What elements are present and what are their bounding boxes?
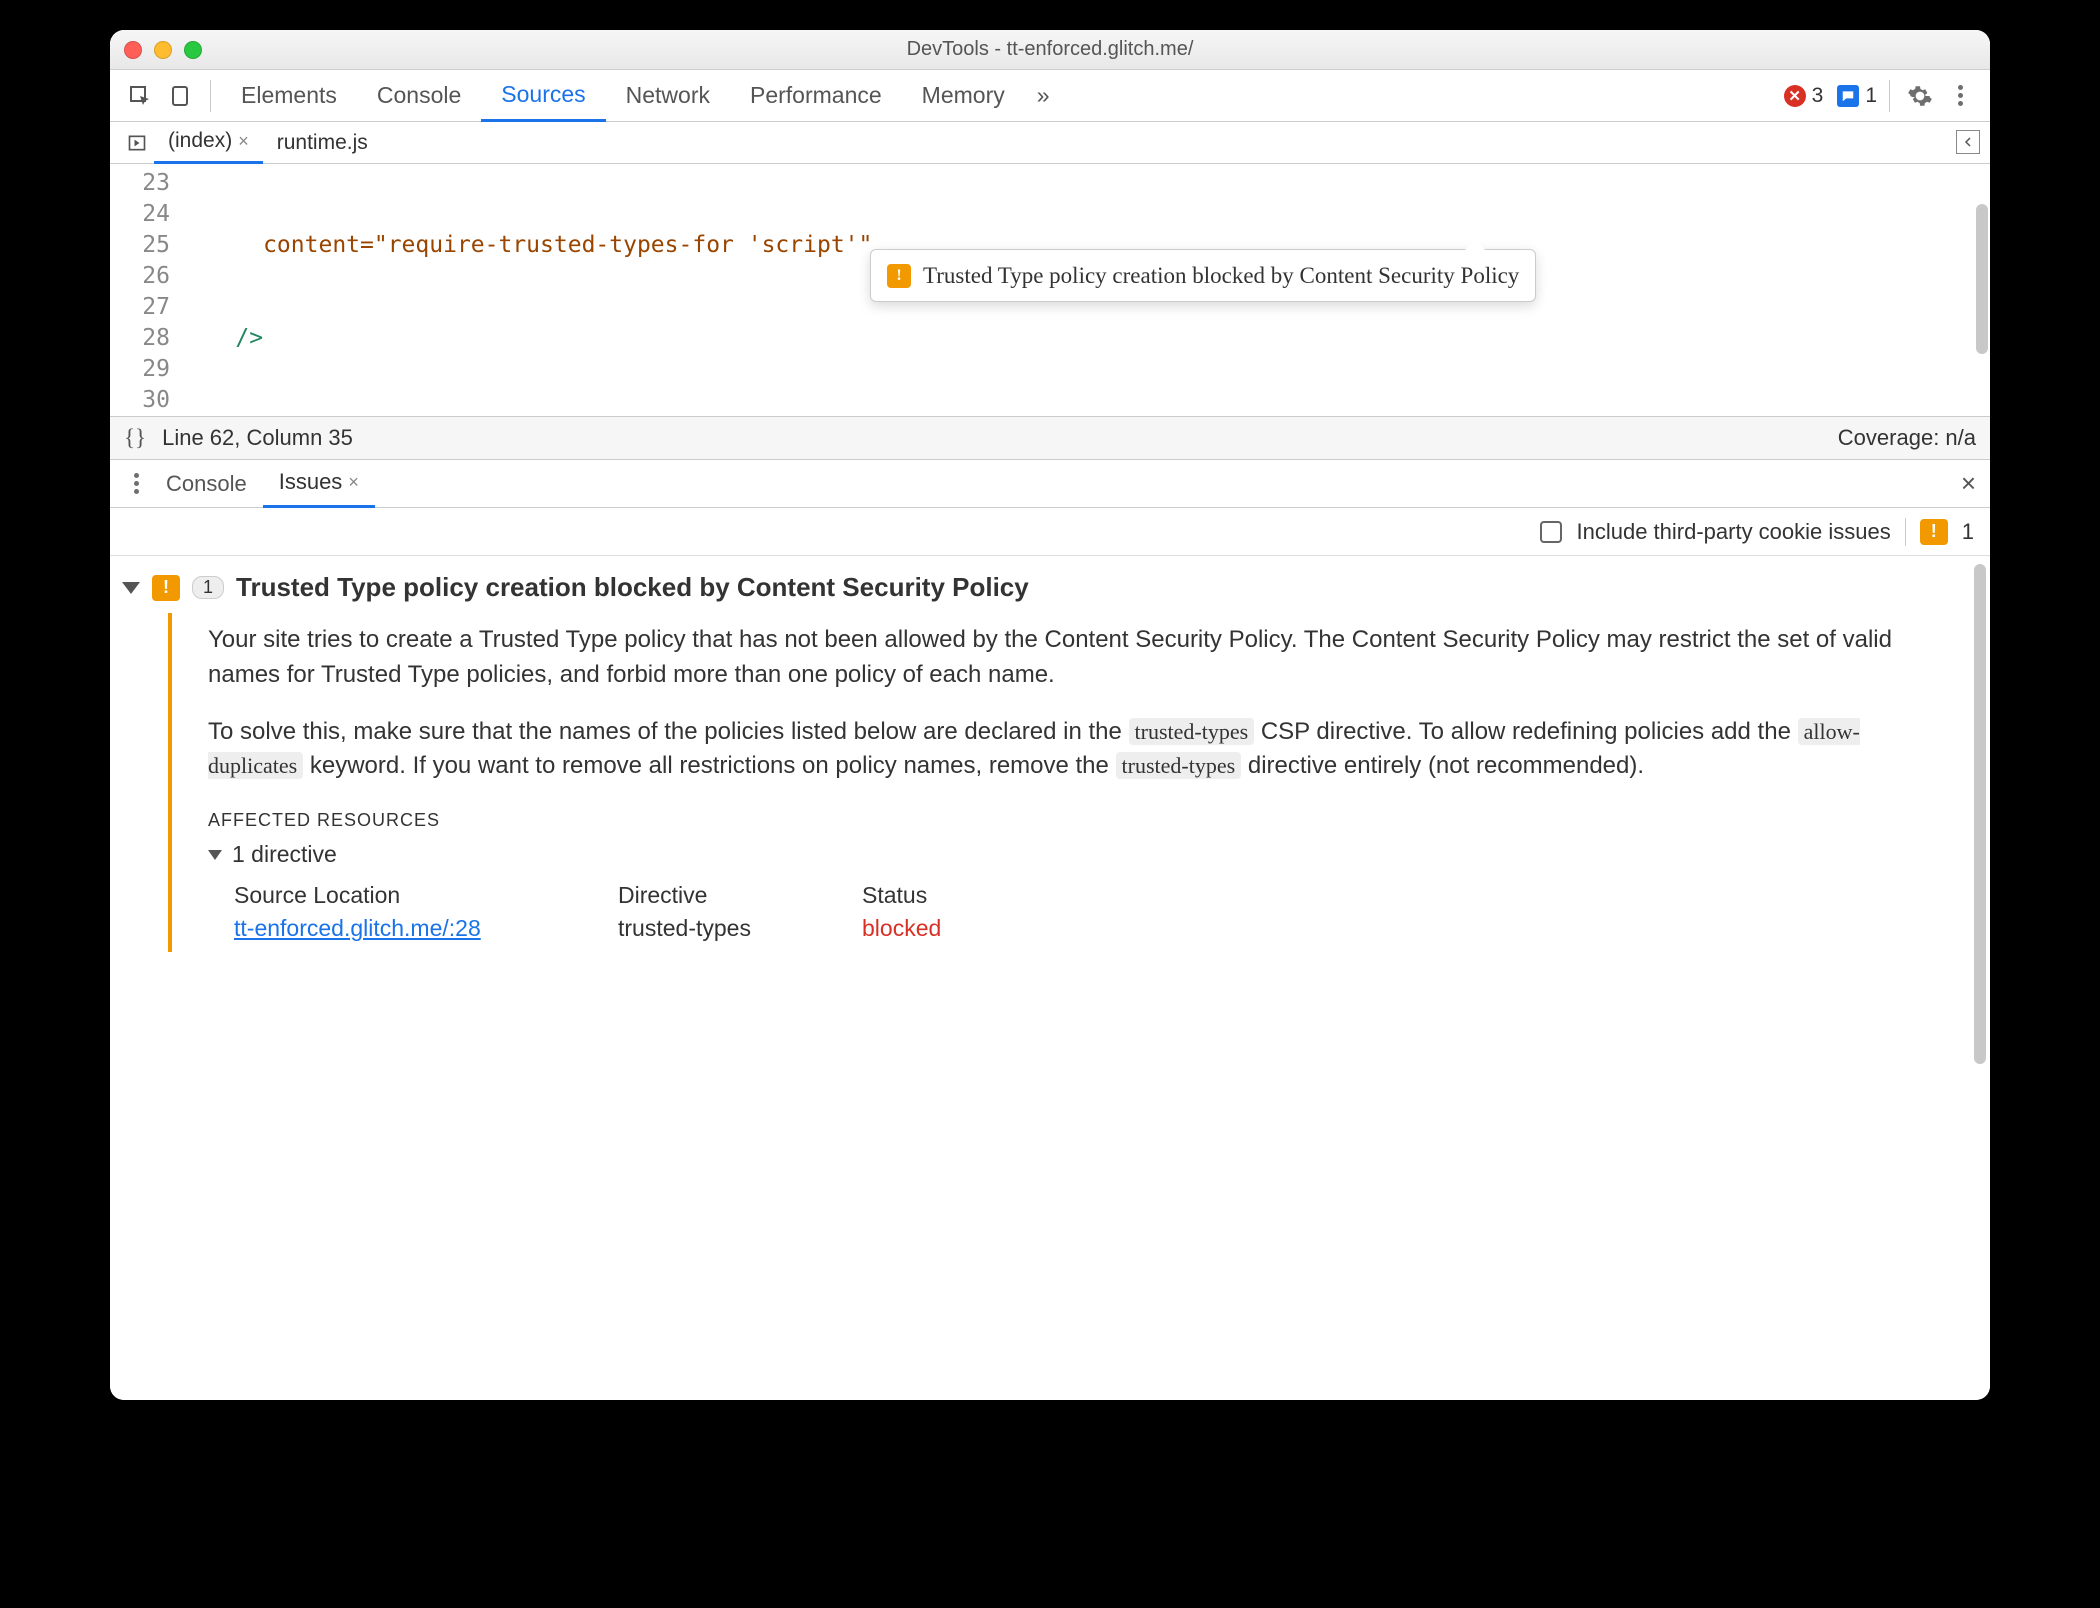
expand-icon[interactable] bbox=[208, 850, 222, 860]
issues-count-icon: ! bbox=[1920, 519, 1948, 545]
drawer-more-icon[interactable] bbox=[122, 466, 150, 502]
message-icon bbox=[1837, 85, 1859, 107]
col-status: Status bbox=[862, 882, 1022, 915]
toggle-sidebar-icon[interactable] bbox=[1956, 130, 1980, 154]
drawer-tabs: Console Issues × × bbox=[110, 460, 1990, 508]
issue-count-pill: 1 bbox=[192, 576, 224, 599]
issue-description-1: Your site tries to create a Trusted Type… bbox=[208, 623, 1950, 693]
close-tab-icon[interactable]: × bbox=[238, 131, 249, 152]
issue-kind-icon: ! bbox=[152, 575, 180, 601]
coverage-status: Coverage: n/a bbox=[1838, 425, 1976, 451]
window-title: DevTools - tt-enforced.glitch.me/ bbox=[110, 38, 1990, 61]
issue-header-row[interactable]: ! 1 Trusted Type policy creation blocked… bbox=[110, 556, 1990, 613]
file-tab-label: runtime.js bbox=[277, 131, 368, 155]
tab-performance[interactable]: Performance bbox=[730, 70, 902, 122]
tooltip-text: Trusted Type policy creation blocked by … bbox=[923, 260, 1519, 291]
divider bbox=[1889, 80, 1890, 112]
issues-panel: ! 1 Trusted Type policy creation blocked… bbox=[110, 556, 1990, 1400]
col-source-location: Source Location bbox=[234, 882, 594, 915]
more-tabs-button[interactable]: » bbox=[1025, 70, 1062, 122]
directive-group-row[interactable]: 1 directive bbox=[208, 841, 1950, 868]
close-drawer-icon[interactable]: × bbox=[1961, 468, 1976, 499]
divider bbox=[1905, 518, 1906, 546]
main-toolbar: Elements Console Sources Network Perform… bbox=[110, 70, 1990, 122]
cursor-position: Line 62, Column 35 bbox=[162, 425, 353, 451]
tab-console[interactable]: Console bbox=[357, 70, 481, 122]
directive-count: 1 directive bbox=[232, 841, 337, 868]
issue-title: Trusted Type policy creation blocked by … bbox=[236, 572, 1029, 603]
tab-network[interactable]: Network bbox=[606, 70, 730, 122]
code-editor[interactable]: 2324252627282930 content="require-truste… bbox=[110, 164, 1990, 416]
drawer-tab-console[interactable]: Console bbox=[150, 460, 263, 508]
affected-resources-heading: AFFECTED RESOURCES bbox=[208, 810, 1950, 831]
tab-sources[interactable]: Sources bbox=[481, 70, 605, 122]
inspect-element-icon[interactable] bbox=[120, 78, 160, 114]
third-party-cookies-label: Include third-party cookie issues bbox=[1576, 519, 1890, 545]
file-tab-runtime[interactable]: runtime.js bbox=[263, 122, 382, 164]
line-gutter: 2324252627282930 bbox=[110, 164, 180, 416]
message-count-badge[interactable]: 1 bbox=[1835, 82, 1879, 110]
navigator-toggle-icon[interactable] bbox=[120, 125, 154, 161]
settings-icon[interactable] bbox=[1900, 78, 1940, 114]
affected-resources-table: Source Location Directive Status tt-enfo… bbox=[234, 882, 1950, 942]
devtools-window: DevTools - tt-enforced.glitch.me/ Elemen… bbox=[110, 30, 1990, 1400]
error-tooltip: ! Trusted Type policy creation blocked b… bbox=[870, 249, 1536, 302]
third-party-cookies-checkbox[interactable] bbox=[1540, 521, 1562, 543]
close-drawer-tab-icon[interactable]: × bbox=[348, 472, 359, 493]
file-tab-index[interactable]: (index) × bbox=[154, 122, 263, 164]
divider bbox=[210, 80, 211, 112]
col-directive: Directive bbox=[618, 882, 838, 915]
status-value: blocked bbox=[862, 915, 1022, 942]
more-options-icon[interactable] bbox=[1940, 78, 1980, 114]
error-count: 3 bbox=[1812, 84, 1824, 108]
device-toolbar-icon[interactable] bbox=[160, 78, 200, 114]
expand-icon[interactable] bbox=[122, 582, 140, 594]
file-tab-label: (index) bbox=[168, 129, 232, 153]
warning-icon: ! bbox=[887, 264, 911, 288]
message-count: 1 bbox=[1865, 84, 1877, 108]
drawer-tab-label: Issues bbox=[279, 469, 343, 495]
issues-toolbar: Include third-party cookie issues ! 1 bbox=[110, 508, 1990, 556]
format-icon[interactable]: {} bbox=[124, 425, 146, 451]
issue-description-2: To solve this, make sure that the names … bbox=[208, 715, 1950, 785]
error-count-badge[interactable]: ✕ 3 bbox=[1782, 82, 1826, 110]
error-icon: ✕ bbox=[1784, 85, 1806, 107]
drawer-tab-issues[interactable]: Issues × bbox=[263, 460, 375, 508]
titlebar: DevTools - tt-enforced.glitch.me/ bbox=[110, 30, 1990, 70]
tab-memory[interactable]: Memory bbox=[902, 70, 1025, 122]
issue-body: Your site tries to create a Trusted Type… bbox=[168, 613, 1990, 952]
file-tabs: (index) × runtime.js bbox=[110, 122, 1990, 164]
source-location-link[interactable]: tt-enforced.glitch.me/:28 bbox=[234, 915, 594, 942]
issues-scrollbar[interactable] bbox=[1974, 564, 1986, 1064]
directive-value: trusted-types bbox=[618, 915, 838, 942]
editor-status-bar: {} Line 62, Column 35 Coverage: n/a bbox=[110, 416, 1990, 460]
tab-elements[interactable]: Elements bbox=[221, 70, 357, 122]
code-scrollbar[interactable] bbox=[1976, 204, 1988, 354]
issues-count: 1 bbox=[1962, 519, 1974, 545]
